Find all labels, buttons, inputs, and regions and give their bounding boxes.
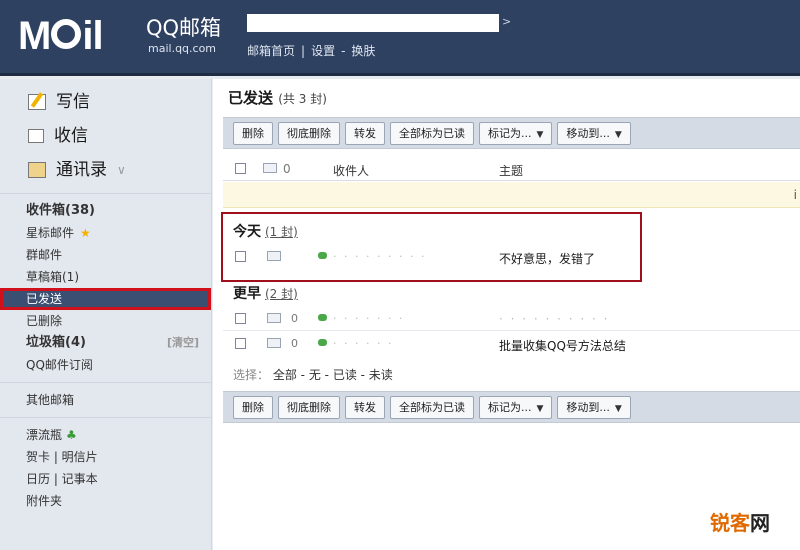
subject[interactable]: · · · · · · · · · · xyxy=(499,312,609,326)
receive-button[interactable]: 收信 xyxy=(28,119,211,153)
delete-permanently-button[interactable]: 彻底删除 xyxy=(278,122,340,145)
divider xyxy=(0,417,211,418)
sidebar-item-inbox[interactable]: 收件箱(38) xyxy=(0,200,211,222)
mark-all-read-button[interactable]: 全部标为已读 xyxy=(390,122,474,145)
annotation-highlight xyxy=(221,212,642,282)
top-links: 邮箱首页 | 设置 - 换肤 xyxy=(247,44,376,58)
sidebar-item-drift-bottle[interactable]: 漂流瓶 ♣ xyxy=(0,424,211,446)
list-header: 0 收件人 主题 xyxy=(223,157,800,181)
sidebar-item-group-mail[interactable]: 群邮件 xyxy=(0,244,211,266)
select-none-link[interactable]: 无 xyxy=(309,368,321,382)
main-panel: 已发送 (共 3 封) 删除 彻底删除 转发 全部标为已读 标记为... ▼ 移动到... ▼… xyxy=(213,79,800,550)
group-earlier: 更早 (2 封) xyxy=(233,286,298,302)
brand-domain: mail.qq.com xyxy=(148,42,217,55)
row-checkbox[interactable] xyxy=(235,313,246,324)
sidebar-item-sent[interactable]: 已发送 xyxy=(0,288,211,310)
column-recipient[interactable]: 收件人 xyxy=(333,162,369,179)
contacts-icon xyxy=(28,162,46,178)
select-all-checkbox[interactable] xyxy=(235,163,246,174)
triangle-down-icon: ▼ xyxy=(614,130,622,140)
sidebar-item-subscriptions[interactable]: QQ邮件订阅 xyxy=(0,354,211,376)
sidebar-item-drafts[interactable]: 草稿箱(1) xyxy=(0,266,211,288)
envelope-icon xyxy=(263,163,277,173)
watermark-brand: 锐客网 xyxy=(710,511,770,535)
recipient: · · · · · · xyxy=(333,337,394,350)
row-checkbox[interactable] xyxy=(235,338,246,349)
contact-icon xyxy=(318,314,327,321)
star-icon: ★ xyxy=(80,226,91,240)
skin-link[interactable]: 换肤 xyxy=(351,44,375,58)
contacts-button[interactable]: 通讯录 ∨ xyxy=(28,153,211,187)
mark-as-dropdown[interactable]: 标记为... ▼ xyxy=(479,396,553,419)
group-earlier-count[interactable]: (2 封) xyxy=(265,287,298,301)
select-all-link[interactable]: 全部 xyxy=(273,368,297,382)
divider xyxy=(0,382,211,383)
envelope-icon xyxy=(267,338,281,348)
toolbar-top: 删除 彻底删除 转发 全部标为已读 标记为... ▼ 移动到... ▼ xyxy=(223,117,800,149)
sidebar-item-other-mailboxes[interactable]: 其他邮箱 xyxy=(0,389,211,411)
sidebar-item-calendar[interactable]: 日历 | 记事本 xyxy=(0,468,211,490)
inbox-icon xyxy=(28,129,44,143)
delete-button[interactable]: 删除 xyxy=(233,122,273,145)
table-row[interactable]: 0 · · · · · · · · · · · · · · · · · xyxy=(223,307,800,331)
triangle-down-icon: ▼ xyxy=(536,404,544,414)
delete-permanently-button[interactable]: 彻底删除 xyxy=(278,396,340,419)
table-row[interactable]: 0 · · · · · · 批量收集QQ号方法总结 xyxy=(223,332,800,356)
move-to-dropdown[interactable]: 移动到... ▼ xyxy=(557,122,631,145)
clear-spam-link[interactable]: [清空] xyxy=(167,332,199,354)
sidebar-item-attachments[interactable]: 附件夹 xyxy=(0,490,211,512)
column-subject[interactable]: 主题 xyxy=(499,162,523,179)
triangle-down-icon: ▼ xyxy=(536,130,544,140)
select-unread-link[interactable]: 未读 xyxy=(369,368,393,382)
mark-all-read-button[interactable]: 全部标为已读 xyxy=(390,396,474,419)
pencil-icon xyxy=(28,94,46,110)
toolbar-bottom: 删除 彻底删除 转发 全部标为已读 标记为... ▼ 移动到... ▼ xyxy=(223,391,800,423)
sidebar-item-spam[interactable]: 垃圾箱(4) [清空] xyxy=(0,332,211,354)
select-row: 选择： 全部 - 无 - 已读 - 未读 xyxy=(233,368,393,382)
chevron-down-icon[interactable]: > xyxy=(502,15,511,28)
subject[interactable]: 批量收集QQ号方法总结 xyxy=(499,337,626,354)
recipient: · · · · · · · xyxy=(333,312,405,325)
mark-as-dropdown[interactable]: 标记为... ▼ xyxy=(479,122,553,145)
sidebar-item-cards[interactable]: 贺卡 | 明信片 xyxy=(0,446,211,468)
triangle-down-icon: ▼ xyxy=(614,404,622,414)
home-link[interactable]: 邮箱首页 xyxy=(247,44,295,58)
delete-button[interactable]: 删除 xyxy=(233,396,273,419)
forward-button[interactable]: 转发 xyxy=(345,396,385,419)
chevron-down-icon[interactable]: ∨ xyxy=(117,153,126,187)
compose-button[interactable]: 写信 xyxy=(28,85,211,119)
forward-button[interactable]: 转发 xyxy=(345,122,385,145)
mail-logo[interactable]: Mil xyxy=(18,14,104,58)
divider xyxy=(0,193,211,194)
sidebar-item-deleted[interactable]: 已删除 xyxy=(0,310,211,332)
move-to-dropdown[interactable]: 移动到... ▼ xyxy=(557,396,631,419)
sidebar-item-starred[interactable]: 星标邮件 ★ xyxy=(0,222,211,244)
header: Mil QQ邮箱 mail.qq.com > 邮箱首页 | 设置 - 换肤 xyxy=(0,0,800,76)
user-account-redacted xyxy=(247,14,499,32)
page-title: 已发送 (共 3 封) xyxy=(228,89,327,107)
contact-icon xyxy=(318,339,327,346)
select-read-link[interactable]: 已读 xyxy=(333,368,357,382)
leaf-icon: ♣ xyxy=(66,428,77,442)
sidebar: 写信 收信 通讯录 ∨ 收件箱(38) 星标邮件 ★ 群邮件 草稿箱(1) 已发送… xyxy=(0,79,212,550)
brand-name: QQ邮箱 xyxy=(146,16,222,40)
envelope-icon xyxy=(267,313,281,323)
settings-link[interactable]: 设置 xyxy=(311,44,335,58)
notice-bar: i xyxy=(223,182,800,208)
